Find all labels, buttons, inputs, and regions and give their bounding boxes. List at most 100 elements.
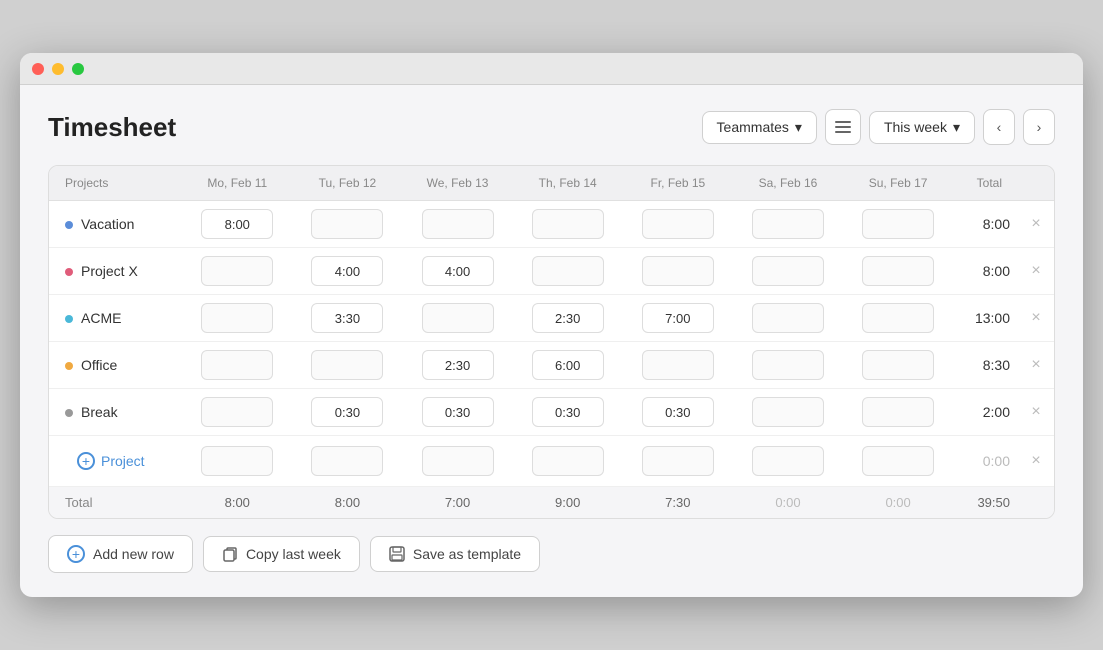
app-window: Timesheet Teammates ▾ This week ▾ [20,53,1083,597]
time-input-tue[interactable] [311,350,383,380]
delete-row-button[interactable]: × [1031,357,1040,373]
time-cell-thu [513,389,623,436]
time-input-sun[interactable] [862,209,934,239]
time-input-mon[interactable] [201,350,273,380]
time-cell-sun [843,248,953,295]
time-input-thu[interactable] [532,209,604,239]
time-input-mon[interactable] [201,209,273,239]
add-row-icon: + [67,545,85,563]
add-time-input-fri[interactable] [642,446,714,476]
time-input-thu[interactable] [532,350,604,380]
table-body: Vacation8:00×Project X8:00×ACME13:00×Off… [49,201,1054,519]
add-delete-button[interactable]: × [1031,453,1040,469]
time-input-mon[interactable] [201,303,273,333]
list-view-button[interactable] [825,109,861,145]
time-cell-tue [292,342,402,389]
delete-cell: × [1018,201,1054,248]
time-input-thu[interactable] [532,256,604,286]
time-cell-thu [513,248,623,295]
col-sun: Su, Feb 17 [843,166,953,201]
time-input-sat[interactable] [752,209,824,239]
col-actions [1018,166,1054,201]
close-button[interactable] [32,63,44,75]
project-name-cell: Office [49,342,182,389]
time-input-mon[interactable] [201,256,273,286]
time-input-fri[interactable] [642,256,714,286]
time-input-mon[interactable] [201,397,273,427]
time-input-sat[interactable] [752,303,824,333]
page-title: Timesheet [48,112,176,143]
time-input-sun[interactable] [862,256,934,286]
time-input-fri[interactable] [642,397,714,427]
time-input-thu[interactable] [532,397,604,427]
time-input-wed[interactable] [422,350,494,380]
delete-row-button[interactable]: × [1031,263,1040,279]
add-project-icon: + [77,452,95,470]
add-time-input-sun[interactable] [862,446,934,476]
time-cell-fri [623,342,733,389]
delete-row-button[interactable]: × [1031,404,1040,420]
time-input-wed[interactable] [422,397,494,427]
time-input-fri[interactable] [642,209,714,239]
time-input-tue[interactable] [311,303,383,333]
project-name: Break [81,404,118,420]
time-input-wed[interactable] [422,256,494,286]
time-input-sat[interactable] [752,350,824,380]
time-input-fri[interactable] [642,350,714,380]
time-input-sat[interactable] [752,256,824,286]
time-input-sat[interactable] [752,397,824,427]
col-wed: We, Feb 13 [402,166,512,201]
save-template-button[interactable]: Save as template [370,536,540,572]
time-input-sun[interactable] [862,350,934,380]
teammates-dropdown[interactable]: Teammates ▾ [702,111,817,144]
project-name-cell: Break [49,389,182,436]
totals-empty-cell [1018,487,1054,519]
time-input-tue[interactable] [311,209,383,239]
add-time-cell-sat [733,436,843,487]
prev-week-button[interactable]: ‹ [983,109,1015,145]
time-input-wed[interactable] [422,303,494,333]
add-time-input-mon[interactable] [201,446,273,476]
grand-total: 39:50 [953,487,1018,519]
total-sat: 0:00 [733,487,843,519]
row-total: 2:00 [953,389,1018,436]
week-selector[interactable]: This week ▾ [869,111,975,144]
week-label: This week [884,119,947,135]
add-row-total: 0:00 [953,436,1018,487]
time-input-tue[interactable] [311,256,383,286]
minimize-button[interactable] [52,63,64,75]
time-cell-wed [402,295,512,342]
add-row-label: Add new row [93,546,174,562]
list-icon [835,121,851,133]
time-cell-mon [182,201,292,248]
delete-row-button[interactable]: × [1031,216,1040,232]
time-input-wed[interactable] [422,209,494,239]
total-fri: 7:30 [623,487,733,519]
add-time-input-sat[interactable] [752,446,824,476]
add-time-input-thu[interactable] [532,446,604,476]
time-input-sun[interactable] [862,303,934,333]
add-time-input-wed[interactable] [422,446,494,476]
time-input-fri[interactable] [642,303,714,333]
add-row-button[interactable]: + Add new row [48,535,193,573]
add-project-button[interactable]: + Project [65,452,145,470]
time-cell-fri [623,201,733,248]
maximize-button[interactable] [72,63,84,75]
main-content: Timesheet Teammates ▾ This week ▾ [20,85,1083,597]
time-input-thu[interactable] [532,303,604,333]
next-week-button[interactable]: › [1023,109,1055,145]
delete-cell: × [1018,295,1054,342]
time-cell-tue [292,389,402,436]
col-mon: Mo, Feb 11 [182,166,292,201]
time-input-tue[interactable] [311,397,383,427]
time-input-sun[interactable] [862,397,934,427]
delete-row-button[interactable]: × [1031,310,1040,326]
time-cell-tue [292,248,402,295]
total-wed: 7:00 [402,487,512,519]
add-time-input-tue[interactable] [311,446,383,476]
table-row: Break 2:00 × [49,389,1054,436]
add-project-label: Project [101,453,145,469]
total-mon: 8:00 [182,487,292,519]
teammates-label: Teammates [717,119,789,135]
copy-last-week-button[interactable]: Copy last week [203,536,360,572]
